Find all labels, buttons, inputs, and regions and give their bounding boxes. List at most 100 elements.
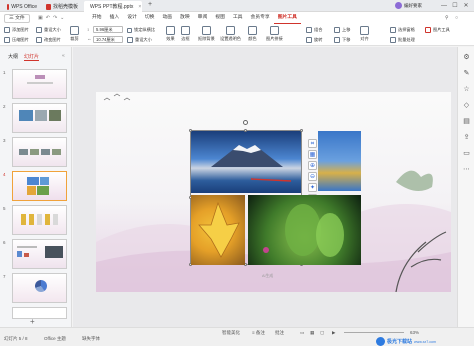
send-backward-button[interactable]: 下移 [334, 36, 350, 44]
float-zoom-out-icon[interactable]: ⊖ [308, 172, 317, 181]
picture-splice-button[interactable]: 图片拼接 [266, 26, 283, 42]
menu-home[interactable]: 开始 [88, 12, 106, 24]
smart-beautify-button[interactable]: 智能美化 [222, 330, 240, 336]
tab-outline[interactable]: 大纲 [8, 53, 18, 61]
missing-font-indicator[interactable]: 缺失字体 [82, 336, 100, 342]
search-icon[interactable]: ⚲ [445, 15, 449, 21]
redo-icon[interactable]: ↷ [53, 15, 57, 21]
picture-green-leaves[interactable] [248, 195, 361, 265]
undo-icon[interactable]: ↶ [46, 15, 50, 21]
layers-icon[interactable]: ▤ [462, 117, 471, 126]
new-tab-button[interactable]: + [148, 1, 152, 8]
send-backward-icon [334, 37, 340, 43]
menu-view[interactable]: 视图 [211, 12, 229, 24]
zoom-slider[interactable] [344, 332, 404, 333]
tab-slides[interactable]: 幻灯片 [24, 53, 40, 61]
lock-ratio-checkbox[interactable]: 锁定纵横比 [127, 26, 155, 34]
close-tab-icon[interactable]: × [138, 4, 141, 10]
reading-view-icon[interactable]: ▢ [320, 330, 324, 336]
menu-design[interactable]: 设计 [123, 12, 141, 24]
batch-process-button[interactable]: 批量处理 [390, 36, 415, 44]
slide-thumbnail-2[interactable] [12, 103, 67, 133]
style-icon[interactable]: ✎ [462, 69, 471, 78]
menu-review[interactable]: 审阅 [194, 12, 212, 24]
picture-tools-button[interactable]: 图片工具 [425, 26, 450, 34]
combine-button[interactable]: 组合 [306, 26, 322, 34]
menu-tools[interactable]: 工具 [229, 12, 247, 24]
menu-file[interactable]: 三 文件 [4, 13, 30, 23]
maximize-button[interactable]: ☐ [451, 2, 459, 10]
minimize-button[interactable]: — [440, 2, 448, 10]
slide-thumbnail-8[interactable] [12, 307, 67, 319]
effects-button[interactable]: 效果 [166, 26, 175, 42]
compress-picture-button[interactable]: 压缩图片 [4, 36, 29, 44]
float-effect-icon[interactable]: ✦ [308, 183, 317, 192]
avatar[interactable] [395, 2, 402, 9]
rotate-button[interactable]: 旋转 [306, 36, 322, 44]
resize-handle[interactable] [244, 129, 247, 132]
thumbnail-image [35, 110, 47, 121]
add-picture-button[interactable]: 添加图片 [4, 26, 29, 34]
reset-picture-button[interactable]: 重设大小 [36, 26, 61, 34]
current-slide[interactable]: ⌗ ▦ ⊕ ⊖ ✦ ⋯ AI生成 [96, 92, 451, 292]
bring-forward-button[interactable]: 上移 [334, 26, 350, 34]
slide-thumbnail-1[interactable] [12, 69, 67, 99]
zoom-level[interactable]: 63% [410, 330, 419, 335]
resize-handle[interactable] [189, 129, 192, 132]
tab-template[interactable]: 找稻壳模板 [42, 1, 82, 12]
tab-wps-office[interactable]: WPS Office [3, 1, 41, 12]
theme-name[interactable]: Office 主题 [44, 336, 66, 342]
slide-thumbnail-5[interactable] [12, 205, 67, 235]
picture-autumn-leaf[interactable] [191, 195, 245, 265]
width-input[interactable]: 10.74厘米 [93, 36, 123, 43]
reset-size-button[interactable]: 重设大小 [127, 36, 152, 44]
picture-lake-trees[interactable] [318, 131, 361, 191]
user-name[interactable]: 编好要家 [404, 3, 422, 9]
settings-icon[interactable]: ⚙ [462, 53, 471, 62]
menu-animation[interactable]: 动画 [158, 12, 176, 24]
animation-icon[interactable]: ☆ [462, 85, 471, 94]
menu-picture-tools[interactable]: 图片工具 [273, 12, 301, 24]
collapse-panel-icon[interactable]: « [62, 53, 65, 59]
tab-document[interactable]: WPS PPT教程.pptx × [84, 1, 142, 12]
chevron-down-icon[interactable]: ⌄ [60, 15, 64, 21]
align-button[interactable]: 对齐 [360, 26, 369, 42]
slide-thumbnail-7[interactable] [12, 273, 67, 303]
menu-insert[interactable]: 插入 [106, 12, 124, 24]
menu-slideshow[interactable]: 放映 [176, 12, 194, 24]
comments-toggle[interactable]: 批注 [275, 330, 284, 336]
sorter-view-icon[interactable]: ▦ [310, 330, 314, 336]
group-icon [306, 27, 312, 33]
add-slide-button[interactable]: + [30, 317, 35, 326]
comment-icon[interactable]: ▭ [462, 149, 471, 158]
more-icon[interactable]: ○ [455, 15, 458, 21]
height-input[interactable]: 5.96厘米 [93, 26, 123, 33]
float-layout-icon[interactable]: ▦ [308, 150, 317, 159]
format-icon[interactable]: ◇ [462, 101, 471, 110]
float-crop-icon[interactable]: ⌗ [308, 139, 317, 148]
menu-member[interactable]: 会员专享 [246, 12, 273, 24]
button-label: 抠除背景 [198, 36, 215, 41]
change-picture-button[interactable]: 改变图片 [36, 36, 61, 44]
menu-tabs: 开始 插入 设计 切换 动画 放映 审阅 视图 工具 会员专享 图片工具 [88, 12, 301, 24]
normal-view-icon[interactable]: ▭ [300, 330, 304, 336]
close-window-button[interactable]: ✕ [462, 2, 470, 10]
remove-background-button[interactable]: 抠除背景 [198, 26, 215, 42]
menu-transition[interactable]: 切换 [141, 12, 159, 24]
more-tools-icon[interactable]: ⋯ [462, 165, 471, 174]
resize-handle[interactable] [300, 129, 303, 132]
notes-toggle[interactable]: ≡ 备注 [252, 330, 265, 336]
crop-button[interactable]: 裁剪 [70, 26, 79, 42]
slide-thumbnail-4[interactable] [12, 171, 67, 201]
rotate-handle-icon[interactable] [243, 120, 248, 125]
play-icon[interactable]: ▶ [332, 330, 335, 336]
float-zoom-in-icon[interactable]: ⊕ [308, 161, 317, 170]
share-icon[interactable]: ⇪ [462, 133, 471, 142]
slide-thumbnail-3[interactable] [12, 137, 67, 167]
color-button[interactable]: 颜色 [248, 26, 257, 42]
selection-pane-button[interactable]: 选择窗格 [390, 26, 415, 34]
save-icon[interactable]: ▣ [38, 15, 43, 21]
border-button[interactable]: 边框 [181, 26, 190, 42]
set-transparent-button[interactable]: 设置透明色 [220, 26, 241, 42]
slide-thumbnail-6[interactable] [12, 239, 67, 269]
